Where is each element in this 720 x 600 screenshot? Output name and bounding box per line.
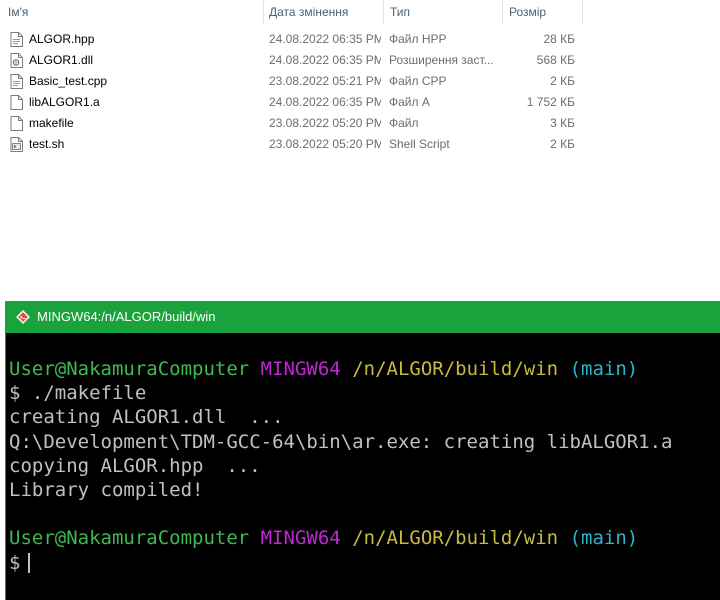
command-line: $ ./makefile — [9, 381, 720, 405]
file-size: 3 КБ — [550, 116, 575, 130]
output-line: copying ALGOR.hpp ... — [9, 454, 261, 477]
prompt-env: MINGW64 — [260, 527, 341, 550]
column-header-name[interactable]: Ім'я — [2, 0, 264, 24]
file-row[interactable]: test.sh 23.08.2022 05:20 PM Shell Script… — [0, 134, 582, 155]
output-line: Library compiled! — [9, 478, 204, 501]
prompt-line: User@NakamuraComputer MINGW64 /n/ALGOR/b… — [9, 357, 720, 381]
hpp-file-icon — [10, 32, 23, 47]
blank-file-icon — [10, 116, 23, 131]
file-date: 23.08.2022 05:20 PM — [269, 116, 381, 130]
text-cursor[interactable] — [28, 552, 31, 573]
prompt-user-host: User@NakamuraComputer — [9, 527, 250, 550]
file-row[interactable]: Basic_test.cpp 23.08.2022 05:21 PM Файл … — [0, 71, 582, 92]
file-type: Файл A — [389, 95, 430, 109]
prompt-symbol: $ — [9, 382, 21, 405]
prompt-user-host: User@NakamuraComputer — [9, 358, 250, 380]
terminal-titlebar[interactable]: MINGW64:/n/ALGOR/build/win — [6, 301, 720, 333]
prompt-symbol: $ — [9, 551, 21, 574]
file-row[interactable]: makefile 23.08.2022 05:20 PM Файл 3 КБ — [0, 113, 582, 134]
file-name: test.sh — [29, 137, 65, 151]
column-header-size[interactable]: Розмір — [503, 0, 583, 24]
file-row[interactable]: ALGOR.hpp 24.08.2022 06:35 PM Файл HPP 2… — [0, 29, 582, 50]
column-divider[interactable] — [582, 0, 583, 24]
prompt-line: User@NakamuraComputer MINGW64 /n/ALGOR/b… — [9, 526, 720, 550]
file-size: 568 КБ — [536, 53, 575, 67]
output-line: Q:\Development\TDM-GCC-64\bin\ar.exe: cr… — [9, 430, 673, 453]
file-name: makefile — [29, 116, 74, 130]
file-name: Basic_test.cpp — [29, 74, 108, 88]
prompt-path: /n/ALGOR/build/win — [352, 358, 559, 380]
file-size: 2 КБ — [550, 74, 575, 88]
file-date: 24.08.2022 06:35 PM — [269, 32, 381, 46]
file-type: Розширення заст... — [389, 53, 494, 67]
input-line[interactable]: $ — [9, 551, 720, 575]
file-name: libALGOR1.a — [29, 95, 100, 109]
column-header-type[interactable]: Тип — [384, 0, 502, 24]
file-date: 24.08.2022 06:35 PM — [269, 53, 381, 67]
git-bash-icon — [16, 310, 30, 324]
prompt-path: /n/ALGOR/build/win — [352, 527, 559, 550]
file-row[interactable]: ALGOR1.dll 24.08.2022 06:35 PM Розширенн… — [0, 50, 582, 71]
file-name: ALGOR1.dll — [29, 53, 94, 67]
file-date: 23.08.2022 05:20 PM — [269, 137, 381, 151]
file-size: 1 752 КБ — [526, 95, 575, 109]
file-explorer: ^ Ім'я Дата змінення Тип Розмір ALGOR.hp… — [0, 0, 720, 300]
column-header-date[interactable]: Дата змінення — [263, 0, 383, 24]
prompt-branch: (main) — [569, 527, 639, 550]
file-date: 23.08.2022 05:21 PM — [269, 74, 381, 88]
output-line: creating ALGOR1.dll ... — [9, 406, 284, 429]
file-type: Shell Script — [389, 137, 450, 151]
prompt-branch: (main) — [569, 358, 639, 380]
command-text: ./makefile — [31, 382, 147, 405]
terminal-body[interactable]: User@NakamuraComputer MINGW64 /n/ALGOR/b… — [6, 333, 720, 600]
terminal-window[interactable]: MINGW64:/n/ALGOR/build/win User@Nakamura… — [5, 301, 720, 600]
file-type: Файл — [389, 116, 419, 130]
dll-file-icon — [10, 53, 23, 68]
prompt-env: MINGW64 — [260, 358, 341, 380]
file-date: 24.08.2022 06:35 PM — [269, 95, 381, 109]
file-name: ALGOR.hpp — [29, 32, 95, 46]
blank-file-icon — [10, 95, 23, 110]
file-size: 28 КБ — [543, 32, 575, 46]
cpp-file-icon — [10, 74, 23, 89]
file-row[interactable]: libALGOR1.a 24.08.2022 06:35 PM Файл A 1… — [0, 92, 582, 113]
file-type: Файл CPP — [389, 74, 447, 88]
file-size: 2 КБ — [550, 137, 575, 151]
shell-script-icon — [10, 137, 23, 152]
file-type: Файл HPP — [389, 32, 447, 46]
column-headers: ^ Ім'я Дата змінення Тип Розмір — [0, 0, 583, 24]
terminal-title: MINGW64:/n/ALGOR/build/win — [37, 309, 216, 324]
